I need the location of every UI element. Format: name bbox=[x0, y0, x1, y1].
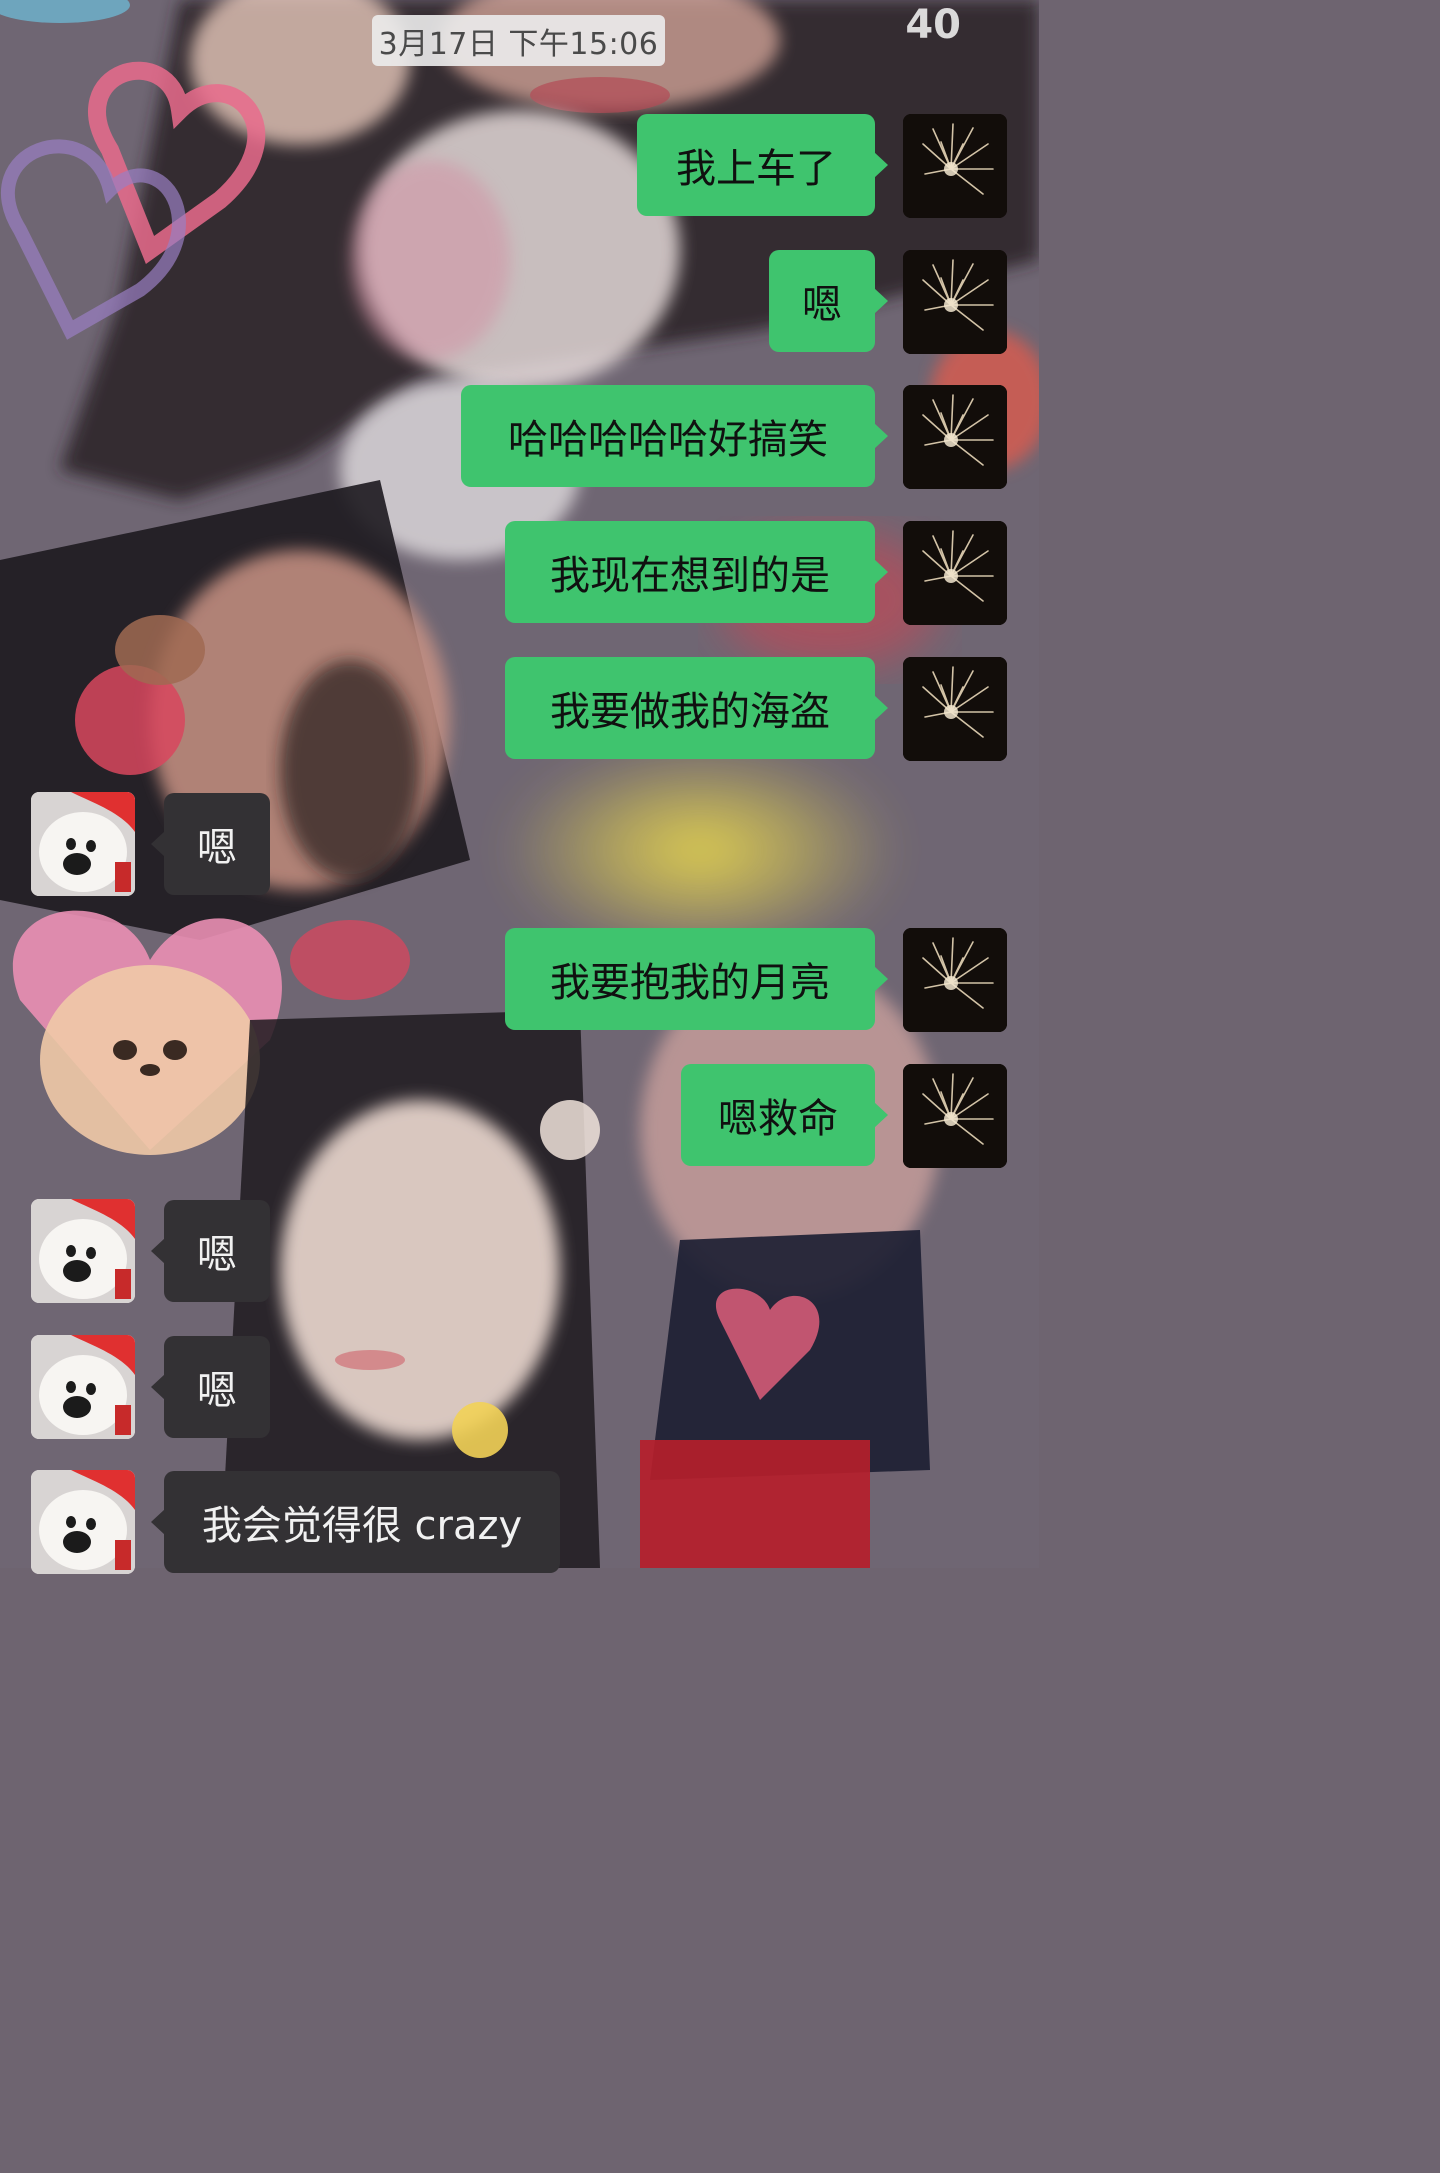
fireworks-avatar[interactable] bbox=[903, 114, 1007, 218]
outgoing-message-bubble[interactable]: 我要做我的海盗 bbox=[505, 657, 888, 759]
fireworks-avatar[interactable] bbox=[903, 385, 1007, 489]
outgoing-message-bubble[interactable]: 嗯 bbox=[769, 250, 888, 352]
incoming-message-bubble[interactable]: 嗯 bbox=[151, 1336, 270, 1438]
chat-background-collage bbox=[0, 0, 1039, 1568]
puppy-santa-hat-avatar[interactable] bbox=[31, 1470, 135, 1574]
puppy-icon bbox=[31, 1199, 135, 1303]
incoming-message-bubble[interactable]: 嗯 bbox=[151, 793, 270, 895]
outgoing-message-bubble[interactable]: 哈哈哈哈哈好搞笑 bbox=[461, 385, 888, 487]
puppy-santa-hat-avatar[interactable] bbox=[31, 1199, 135, 1303]
incoming-message-bubble[interactable]: 我会觉得很 crazy bbox=[151, 1471, 560, 1573]
corner-number: 40 bbox=[905, 2, 961, 48]
fireworks-avatar[interactable] bbox=[903, 1064, 1007, 1168]
fireworks-icon bbox=[903, 114, 1007, 218]
puppy-icon bbox=[31, 792, 135, 896]
puppy-icon bbox=[31, 1335, 135, 1439]
incoming-message-bubble[interactable]: 嗯 bbox=[151, 1200, 270, 1302]
message-timestamp: 3月17日 下午15:06 bbox=[372, 15, 665, 66]
fireworks-avatar[interactable] bbox=[903, 250, 1007, 354]
fireworks-avatar[interactable] bbox=[903, 521, 1007, 625]
outgoing-message-bubble[interactable]: 嗯救命 bbox=[681, 1064, 888, 1166]
outgoing-message-bubble[interactable]: 我现在想到的是 bbox=[505, 521, 888, 623]
puppy-santa-hat-avatar[interactable] bbox=[31, 792, 135, 896]
fireworks-icon bbox=[903, 1064, 1007, 1168]
puppy-icon bbox=[31, 1470, 135, 1574]
fireworks-avatar[interactable] bbox=[903, 928, 1007, 1032]
fireworks-icon bbox=[903, 928, 1007, 1032]
fireworks-icon bbox=[903, 385, 1007, 489]
fireworks-avatar[interactable] bbox=[903, 657, 1007, 761]
outgoing-message-bubble[interactable]: 我上车了 bbox=[637, 114, 888, 216]
puppy-santa-hat-avatar[interactable] bbox=[31, 1335, 135, 1439]
fireworks-icon bbox=[903, 250, 1007, 354]
fireworks-icon bbox=[903, 657, 1007, 761]
background-photo-collage bbox=[0, 0, 1039, 1568]
fireworks-icon bbox=[903, 521, 1007, 625]
outgoing-message-bubble[interactable]: 我要抱我的月亮 bbox=[505, 928, 888, 1030]
